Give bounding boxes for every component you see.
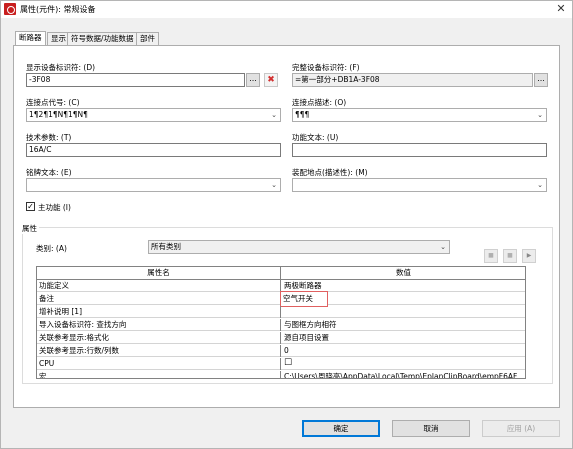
property-value[interactable]: 与图框方向相符 [282, 319, 525, 331]
properties-dialog: 属性(元件): 常规设备 ✕ 断路器 显示 符号数据/功能数据 部件 显示设备标… [0, 0, 573, 449]
new-property-icon: ■ [484, 249, 498, 263]
property-name: 增补说明 [1] [37, 306, 281, 318]
table-row[interactable]: 宏 C:\Users\周晓亮\AppData\Local\Temp\EplanC… [37, 371, 525, 378]
delete-icon[interactable]: ✖ [264, 73, 278, 87]
title-bar: 属性(元件): 常规设备 ✕ [1, 1, 572, 18]
property-name: 导入设备标识符: 查找方向 [37, 319, 281, 331]
main-function-label: 主功能 (I) [38, 203, 71, 212]
chevron-down-icon: ⌄ [537, 181, 543, 189]
nameplate-text-combo[interactable]: ⌄ [26, 178, 281, 192]
cpu-checkbox[interactable]: ☐ [282, 358, 525, 370]
column-header-name: 属性名 [37, 267, 281, 280]
function-text-label: 功能文本: (U) [292, 133, 339, 142]
table-row[interactable]: 增补说明 [1] [37, 306, 525, 318]
column-header-value: 数值 [396, 268, 411, 277]
tech-params-input[interactable]: 16A/C [26, 143, 281, 157]
window-title: 属性(元件): 常规设备 [20, 5, 96, 14]
connection-code-value: 1¶2¶1¶N¶1¶N¶ [29, 110, 88, 119]
function-text-input[interactable] [292, 143, 547, 157]
property-name: 备注 [37, 293, 281, 305]
property-name: 关联参考显示:行数/列数 [37, 345, 281, 357]
chevron-down-icon: ⌄ [537, 111, 543, 119]
remark-edit-input[interactable]: 空气开关 [280, 291, 328, 307]
chevron-down-icon: ⌄ [440, 243, 446, 251]
table-row[interactable]: 备注 空气开关 [37, 291, 525, 307]
arrow-right-icon[interactable]: ▶ [522, 249, 536, 263]
tab-parts[interactable]: 部件 [136, 32, 159, 45]
chevron-down-icon: ⌄ [271, 181, 277, 189]
table-row[interactable]: 关联参考显示:行数/列数 0 [37, 345, 525, 357]
category-label: 类别: (A) [36, 244, 67, 253]
display-dt-input[interactable]: -3F08 [26, 73, 245, 87]
table-row[interactable]: 导入设备标识符: 查找方向 与图框方向相符 [37, 319, 525, 331]
table-row[interactable]: CPU ☐ [37, 358, 525, 370]
eplan-app-icon [4, 3, 16, 15]
table-row[interactable]: 关联参考显示:格式化 源自项目设置 [37, 332, 525, 344]
apply-button[interactable]: 应用 (A) [482, 420, 560, 437]
connection-code-label: 连接点代号: (C) [26, 98, 80, 107]
category-combo[interactable]: 所有类别 ⌄ [148, 240, 450, 254]
tab-circuit-breaker[interactable]: 断路器 [15, 31, 46, 45]
category-value: 所有类别 [151, 242, 181, 251]
display-dt-browse-button[interactable]: ... [246, 73, 260, 87]
property-name: 功能定义 [37, 280, 281, 292]
mounting-location-label: 装配地点(描述性): (M) [292, 168, 368, 177]
property-name: 关联参考显示:格式化 [37, 332, 281, 344]
property-value[interactable]: C:\Users\周晓亮\AppData\Local\Temp\EplanCli… [282, 371, 525, 378]
property-name: 宏 [37, 371, 281, 378]
delete-property-icon: ■ [503, 249, 517, 263]
property-name: CPU [37, 358, 281, 370]
mounting-location-combo[interactable]: ⌄ [292, 178, 547, 192]
property-value[interactable]: 0 [282, 345, 525, 357]
nameplate-text-label: 铭牌文本: (E) [26, 168, 72, 177]
connection-code-combo[interactable]: 1¶2¶1¶N¶1¶N¶ ⌄ [26, 108, 281, 122]
close-icon[interactable]: ✕ [554, 2, 568, 16]
tech-params-label: 技术参数: (T) [26, 133, 72, 142]
chevron-down-icon: ⌄ [271, 111, 277, 119]
property-value[interactable]: 源自项目设置 [282, 332, 525, 344]
property-value[interactable] [282, 306, 525, 318]
properties-table: 属性名 数值 功能定义 两极断路器 备注 空气开关 增补说明 [1] 导入设备标… [36, 266, 526, 379]
connection-desc-combo[interactable]: ¶¶¶ ⌄ [292, 108, 547, 122]
connection-desc-value: ¶¶¶ [295, 110, 310, 119]
cancel-button[interactable]: 取消 [392, 420, 470, 437]
ok-button[interactable]: 确定 [302, 420, 380, 437]
table-header: 属性名 数值 [37, 267, 525, 280]
display-dt-label: 显示设备标识符: (D) [26, 63, 96, 72]
main-function-checkbox[interactable]: ✓ [26, 202, 35, 211]
full-dt-input[interactable]: =第一部分+DB1A-3F08 [292, 73, 533, 87]
tab-symbol-function-data[interactable]: 符号数据/功能数据 [67, 32, 138, 45]
properties-group-title: 属性 [20, 223, 39, 234]
connection-desc-label: 连接点描述: (O) [292, 98, 347, 107]
full-dt-browse-button[interactable]: ... [534, 73, 548, 87]
full-dt-label: 完整设备标识符: (F) [292, 63, 360, 72]
